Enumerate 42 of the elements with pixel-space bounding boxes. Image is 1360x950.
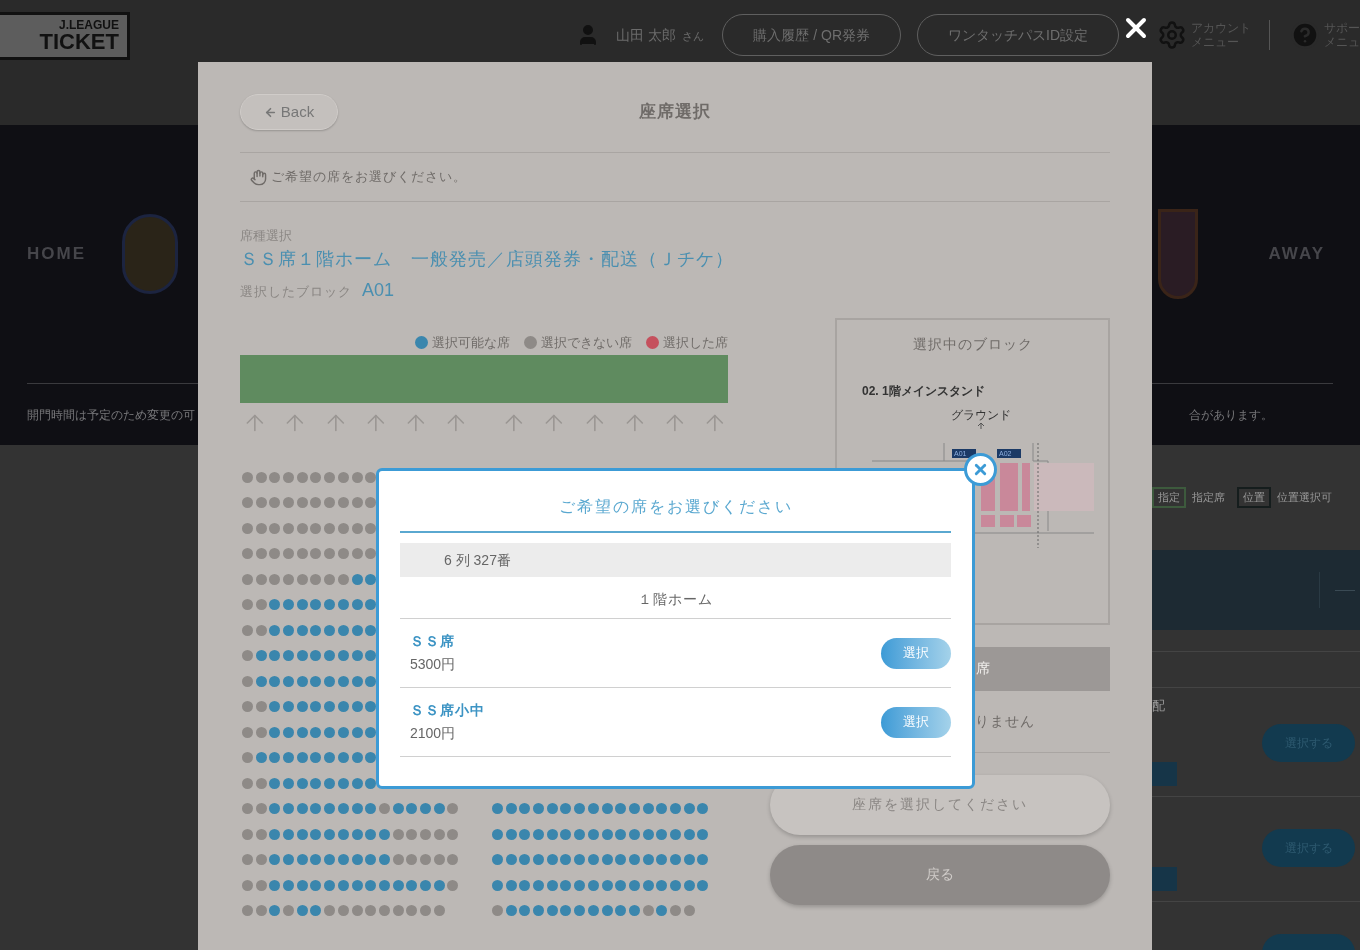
seat-note-text: りません <box>975 711 1035 731</box>
seat-number: 6 列 327番 <box>444 550 511 570</box>
list-text: 配 <box>1152 697 1165 715</box>
hint-text: ご希望の席をお選びください。 <box>271 168 467 187</box>
settings-icon[interactable] <box>1157 20 1187 50</box>
crest-icon <box>1158 209 1199 299</box>
logo-text: J.LEAGUE <box>59 19 119 31</box>
seat-type-badge: 指定 <box>1152 487 1186 508</box>
dialog-title: ご希望の席をお選びください <box>558 497 793 517</box>
panel-title: 座席選択 <box>639 101 711 124</box>
help-icon[interactable] <box>1290 20 1320 50</box>
info-bar <box>1152 761 1177 786</box>
user-suffix: さん <box>682 28 705 44</box>
logo-text: TICKET <box>39 31 119 53</box>
map-stand-label: 02. 1階メインスタンド <box>861 383 985 398</box>
legend-label: 選択できない席 <box>541 333 632 352</box>
notice-text: 開門時間は予定のため変更の可 <box>27 407 195 424</box>
seat-class-name: ＳＳ席 <box>410 632 456 651</box>
block-name: A01 <box>362 278 395 302</box>
choose-button[interactable]: 選択 <box>881 706 951 738</box>
map-title: 選択中のブロック <box>912 334 1033 354</box>
seat-type-badge: 位置 <box>1237 487 1271 508</box>
choose-button[interactable]: 選択 <box>881 637 951 669</box>
return-button[interactable]: 戻る <box>770 844 1110 905</box>
user-name: 山田 太郎 <box>616 25 677 45</box>
seat-info-text: 席 <box>976 659 990 678</box>
seat-type-label: 指定席 <box>1192 490 1225 506</box>
area-name: １階ホーム <box>638 590 713 609</box>
notice-text: 合があります。 <box>1189 407 1273 424</box>
seat-class-name: ＳＳ席小中 <box>410 701 485 720</box>
crest-icon <box>122 214 178 294</box>
seat-price: 5300円 <box>410 655 456 674</box>
map-ground-label: グラウンド <box>950 407 1011 422</box>
legend-label: 選択した席 <box>663 333 728 352</box>
legend-label: 選択可能な席 <box>432 333 510 352</box>
seat-type-name: ＳＳ席１階ホーム 一般発売／店頭発券・配送（Ｊチケ） <box>240 247 734 271</box>
seat-price: 2100円 <box>410 724 457 743</box>
info-bar <box>1152 866 1177 891</box>
back-button[interactable]: Back <box>240 94 338 130</box>
arrow-left-icon <box>263 105 277 119</box>
pointing-hand-icon <box>250 168 267 186</box>
seat-type-label: 位置選択可 <box>1277 490 1332 506</box>
